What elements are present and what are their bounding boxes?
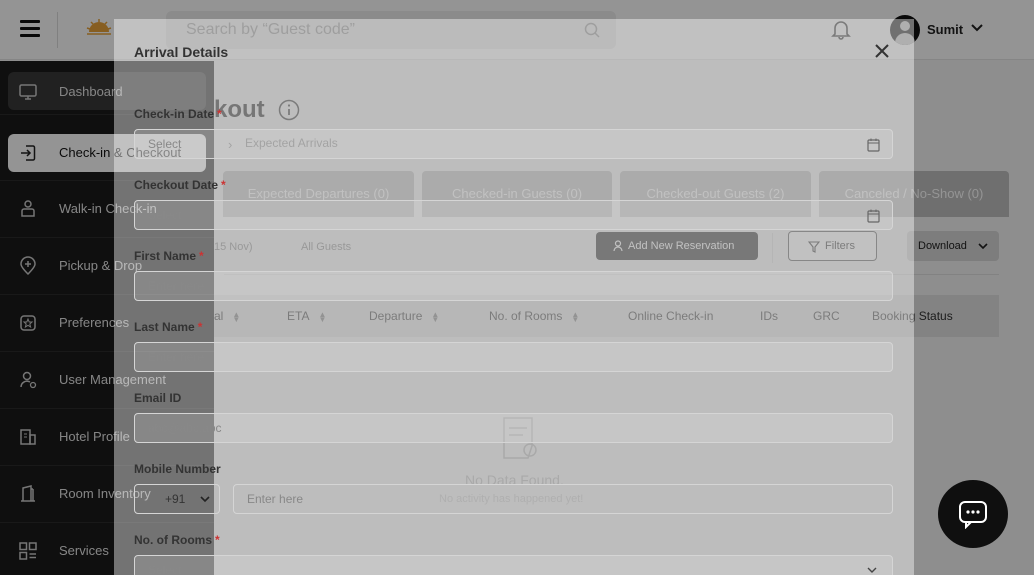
calendar-icon	[867, 209, 880, 223]
modal-title: Arrival Details	[134, 44, 229, 60]
close-icon[interactable]	[874, 43, 890, 59]
checkout-date-label: Checkout Date *	[134, 178, 226, 192]
checkout-date-field[interactable]: Select	[134, 200, 893, 230]
checkin-date-field[interactable]: Select	[134, 129, 893, 159]
last-name-label: Last Name *	[134, 320, 203, 334]
chat-icon	[959, 501, 987, 529]
last-name-field[interactable]: Enter here	[134, 342, 893, 372]
rooms-select[interactable]: Select	[134, 555, 893, 575]
first-name-field[interactable]: Enter here	[134, 271, 893, 301]
checkin-date-label: Check-in Date *	[134, 107, 222, 121]
country-code-select[interactable]: +91	[134, 484, 220, 514]
arrival-details-modal: Arrival Details Check-in Date * Select Ch…	[114, 19, 914, 575]
chat-button[interactable]	[938, 480, 1008, 548]
email-label: Email ID	[134, 391, 182, 405]
mobile-number-field[interactable]: Enter here	[233, 484, 893, 514]
mobile-number-label: Mobile Number	[134, 462, 221, 476]
rooms-label: No. of Rooms *	[134, 533, 220, 547]
calendar-icon	[867, 138, 880, 152]
first-name-label: First Name *	[134, 249, 204, 263]
chevron-down-icon	[867, 567, 877, 573]
email-field[interactable]: abc@abc.abc	[134, 413, 893, 443]
chevron-down-icon	[200, 496, 210, 503]
